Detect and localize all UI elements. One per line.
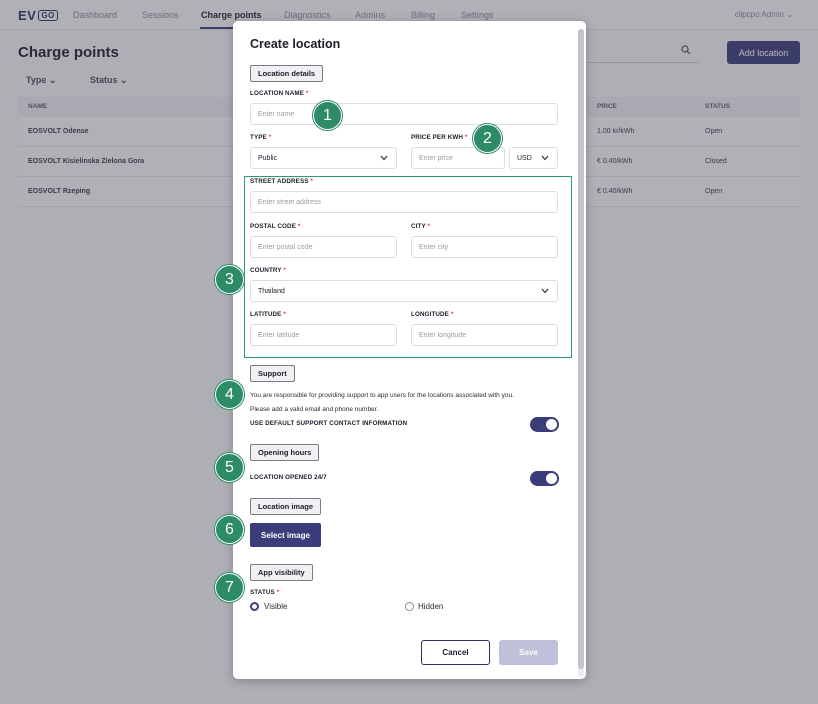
country-label: COUNTRY * bbox=[250, 267, 286, 274]
required-mark: * bbox=[305, 90, 309, 97]
step-marker-5: 5 bbox=[215, 453, 244, 482]
modal-scrollbar[interactable] bbox=[578, 29, 584, 677]
app-visibility-section-button[interactable]: App visibility bbox=[250, 564, 313, 581]
toggle-knob bbox=[546, 419, 557, 430]
modal-title: Create location bbox=[250, 37, 341, 51]
required-mark: * bbox=[276, 589, 280, 596]
type-label-text: TYPE bbox=[250, 134, 267, 141]
support-hint: Please add a valid email and phone numbe… bbox=[250, 406, 379, 413]
longitude-label-text: LONGITUDE bbox=[411, 311, 449, 318]
type-label: TYPE * bbox=[250, 134, 271, 141]
select-image-button[interactable]: Select image bbox=[250, 523, 321, 547]
support-section-button[interactable]: Support bbox=[250, 365, 295, 382]
required-mark: * bbox=[427, 223, 431, 230]
city-label-text: CITY bbox=[411, 223, 426, 230]
type-select-value: Public bbox=[258, 154, 278, 162]
opening-hours-toggle[interactable] bbox=[530, 471, 559, 486]
latitude-input[interactable]: Enter latitude bbox=[250, 324, 397, 346]
scrollbar-thumb[interactable] bbox=[578, 29, 584, 669]
support-toggle[interactable] bbox=[530, 417, 559, 432]
radio-hidden-label[interactable]: Hidden bbox=[418, 602, 443, 611]
support-toggle-label: USE DEFAULT SUPPORT CONTACT INFORMATION bbox=[250, 420, 408, 427]
city-label: CITY * bbox=[411, 223, 430, 230]
support-description: You are responsible for providing suppor… bbox=[250, 392, 514, 399]
type-select[interactable]: Public bbox=[250, 147, 397, 169]
step-marker-3: 3 bbox=[215, 265, 244, 294]
step-marker-2: 2 bbox=[473, 124, 502, 153]
step-marker-4: 4 bbox=[215, 380, 244, 409]
postal-code-label-text: POSTAL CODE bbox=[250, 223, 296, 230]
street-address-label-text: STREET ADDRESS bbox=[250, 178, 309, 185]
price-label-text: PRICE PER KWH bbox=[411, 134, 464, 141]
opening-toggle-label: LOCATION OPENED 24/7 bbox=[250, 474, 327, 481]
step-marker-7: 7 bbox=[215, 573, 244, 602]
status-label-text: STATUS bbox=[250, 589, 275, 596]
price-label: PRICE PER KWH * bbox=[411, 134, 467, 141]
longitude-label: LONGITUDE * bbox=[411, 311, 453, 318]
required-mark: * bbox=[310, 178, 313, 185]
country-select-value: Thailand bbox=[258, 287, 285, 295]
required-mark: * bbox=[297, 223, 301, 230]
location-image-section-button[interactable]: Location image bbox=[250, 498, 322, 515]
chevron-down-icon bbox=[541, 288, 549, 294]
radio-visible-label[interactable]: Visible bbox=[264, 602, 287, 611]
required-mark: * bbox=[283, 311, 286, 318]
currency-select[interactable]: USD bbox=[509, 147, 558, 169]
city-input[interactable]: Enter city bbox=[411, 236, 558, 258]
save-button[interactable]: Save bbox=[499, 640, 558, 665]
location-name-label: LOCATION NAME * bbox=[250, 90, 308, 97]
required-mark: * bbox=[283, 267, 286, 274]
postal-code-input[interactable]: Enter postal code bbox=[250, 236, 397, 258]
radio-hidden[interactable] bbox=[405, 602, 414, 611]
location-name-label-text: LOCATION NAME bbox=[250, 90, 305, 97]
cancel-button[interactable]: Cancel bbox=[421, 640, 490, 665]
opening-hours-section-button[interactable]: Opening hours bbox=[250, 444, 320, 461]
location-details-section-button[interactable]: Location details bbox=[250, 65, 324, 82]
required-mark: * bbox=[464, 134, 468, 141]
chevron-down-icon bbox=[380, 155, 388, 161]
postal-code-label: POSTAL CODE * bbox=[250, 223, 300, 230]
longitude-input[interactable]: Enter longitude bbox=[411, 324, 558, 346]
street-address-input[interactable]: Enter street address bbox=[250, 191, 558, 213]
location-name-input[interactable]: Enter name bbox=[250, 103, 558, 125]
currency-select-value: USD bbox=[517, 154, 532, 162]
required-mark: * bbox=[268, 134, 272, 141]
latitude-label-text: LATITUDE bbox=[250, 311, 282, 318]
step-marker-1: 1 bbox=[313, 101, 342, 130]
country-select[interactable]: Thailand bbox=[250, 280, 558, 302]
street-address-label: STREET ADDRESS * bbox=[250, 178, 313, 185]
toggle-knob bbox=[546, 473, 557, 484]
latitude-label: LATITUDE * bbox=[250, 311, 286, 318]
status-label: STATUS * bbox=[250, 589, 279, 596]
chevron-down-icon bbox=[541, 155, 549, 161]
radio-visible[interactable] bbox=[250, 602, 259, 611]
country-label-text: COUNTRY bbox=[250, 267, 282, 274]
required-mark: * bbox=[450, 311, 454, 318]
step-marker-6: 6 bbox=[215, 515, 244, 544]
